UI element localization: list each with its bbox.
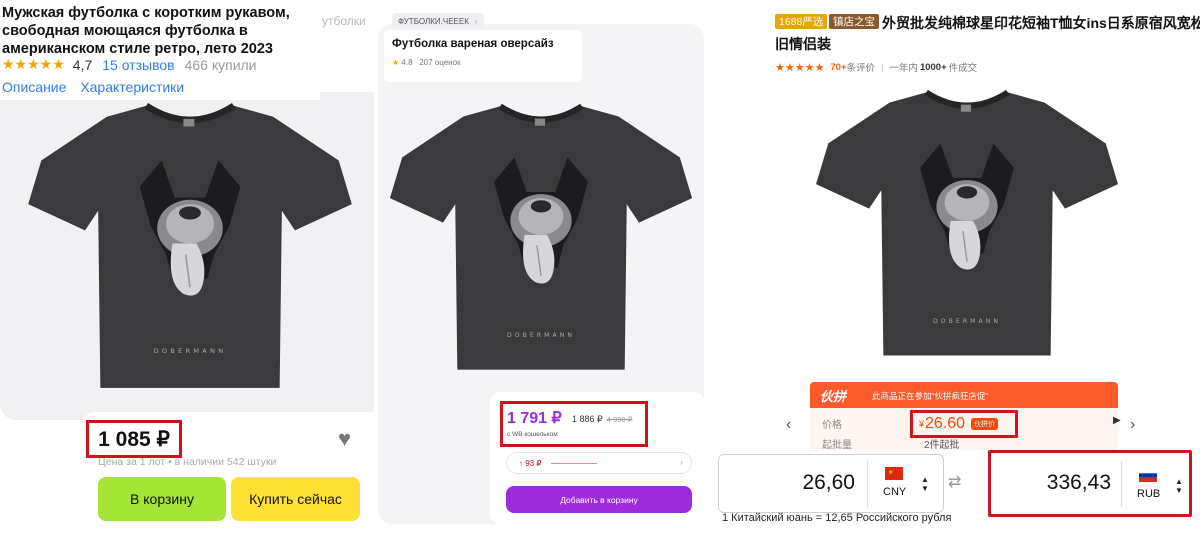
rating-value: 4.8	[401, 58, 413, 67]
price-history-pill[interactable]: ↑ 93 ₽ ›	[506, 452, 692, 474]
chevron-right-icon[interactable]: ›	[1130, 416, 1135, 434]
russia-flag-icon	[1138, 468, 1158, 482]
panel-ozon: DOBERMANN Мужская футболка с коротким ру…	[0, 0, 380, 535]
tab-description[interactable]: Описание	[2, 79, 66, 95]
chevron-left-icon[interactable]: ‹	[786, 416, 791, 434]
promo-text: 此商品正在参加“伙拼疯狂店促”	[872, 391, 989, 401]
divider	[1121, 461, 1122, 507]
min-order-label: 起批量	[822, 440, 852, 451]
badge-store: 镇店之宝	[829, 14, 879, 29]
chevron-right-icon: ›	[680, 457, 683, 467]
select-updown-icon[interactable]: ▲ ▼	[1175, 477, 1183, 495]
shirt-print-text: DOBERMANN	[507, 332, 575, 339]
product-title-line2: 旧情侣装	[775, 36, 831, 52]
min-order-value: 2件起批	[924, 440, 960, 451]
chevron-right-icon: ›	[474, 16, 478, 26]
rating-row: ★★★★★ 4,7 15 отзывов 466 купили	[2, 56, 257, 73]
reviews-count[interactable]: 207 оценок	[419, 58, 460, 67]
from-currency-code: CNY	[883, 486, 907, 498]
divider	[867, 461, 868, 507]
from-amount[interactable]: 26,60	[802, 471, 855, 495]
swap-icon[interactable]: ⇄	[948, 472, 961, 492]
to-amount[interactable]: 336,43	[1047, 471, 1111, 495]
tab-characteristics[interactable]: Характеристики	[80, 79, 184, 95]
badge-1688: 1688严选	[775, 14, 828, 29]
reviews-link[interactable]: 15 отзывов	[102, 57, 174, 73]
rating-count[interactable]: 70+	[830, 62, 846, 73]
regular-price: 1 886 ₽	[572, 414, 603, 424]
price-secondary: 1 886 ₽4 990 ₽	[572, 414, 632, 425]
price-highlighted: 1 085 ₽	[86, 420, 182, 458]
rating-row: ★★★★★ 70+ 条评价 | 一年内 1000+ 件成交	[775, 60, 978, 75]
old-price: 4 990 ₽	[606, 415, 633, 424]
currency-sign: ¥	[919, 419, 925, 429]
exchange-rate-note: 1 Китайский юань = 12,65 Российского руб…	[722, 512, 952, 524]
rating-label: 条评价	[846, 63, 875, 74]
rating-value: 4,7	[72, 56, 93, 73]
background-tab-text: утболки	[322, 14, 366, 28]
product-title: Футболка вареная оверсайз	[392, 38, 554, 50]
shirt-print-text: DOBERMANN	[154, 347, 227, 355]
rating-stars-icon: ★★★★★	[2, 56, 65, 72]
buy-now-button[interactable]: Купить сейчас	[231, 477, 360, 521]
divider: |	[880, 61, 884, 73]
product-image[interactable]: DOBERMANN	[26, 90, 354, 408]
heart-icon[interactable]: ♥	[338, 426, 351, 452]
comparison-collage: DOBERMANN Мужская футболка с коротким ру…	[0, 0, 1200, 535]
china-flag-icon: ★	[885, 467, 903, 480]
rating-row: ★ 4.8 207 оценок	[392, 58, 461, 67]
price-tag-badge: 伙拼价	[971, 418, 999, 430]
product-image[interactable]: DOBERMANN	[814, 78, 1120, 374]
price-highlighted: ¥ 26.60 伙拼价	[910, 410, 1018, 438]
wallet-price: 1 791 ₽	[507, 410, 562, 427]
wallet-note: с WB кошельком	[507, 431, 558, 438]
breadcrumb-label: ФУТБОЛКИ.ЧЕЕЕК	[398, 16, 469, 26]
bought-count: 466 купили	[184, 56, 257, 73]
caret-right-icon[interactable]: ▶	[1113, 415, 1121, 426]
price-note: Цена за 1 лот • в наличии 542 штуки	[98, 456, 277, 468]
to-currency-code: RUB	[1137, 488, 1161, 500]
product-tabs: Описание Характеристики	[2, 79, 184, 95]
promo-logo: 伙拼	[820, 389, 847, 404]
add-to-cart-button[interactable]: Добавить в корзину	[506, 486, 692, 513]
price-history-value: ↑ 93 ₽	[519, 458, 542, 468]
promo-banner: 伙拼 此商品正在参加“伙拼疯狂店促”	[810, 382, 1118, 408]
price-label: 价格	[822, 420, 842, 431]
star-icon: ★	[392, 58, 400, 67]
product-image[interactable]: DOBERMANN	[382, 92, 700, 388]
price-history-line	[551, 462, 598, 464]
product-title-line1: 外贸批发纯棉球星印花短袖T恤女ins日系原宿风宽松水	[882, 15, 1200, 31]
period-label: 一年内	[889, 63, 918, 74]
sold-label: 件成交	[948, 63, 978, 74]
product-title: Мужская футболка с коротким рукавом, сво…	[2, 5, 290, 57]
shirt-print-text: DOBERMANN	[933, 318, 1001, 325]
select-updown-icon[interactable]: ▲ ▼	[921, 475, 929, 493]
breadcrumb[interactable]: ФУТБОЛКИ.ЧЕЕЕК ›	[392, 13, 484, 29]
sold-count: 1000+	[919, 61, 947, 73]
rating-stars-icon: ★★★★★	[775, 61, 825, 74]
converter-to-box[interactable]: 336,43 RUB ▲ ▼	[988, 450, 1192, 517]
price-value: 26.60	[925, 415, 966, 432]
svg-text:★: ★	[888, 469, 893, 476]
converter-from-box[interactable]: 26,60 ★ CNY ▲ ▼	[718, 454, 944, 513]
add-to-cart-button[interactable]: В корзину	[98, 477, 226, 521]
